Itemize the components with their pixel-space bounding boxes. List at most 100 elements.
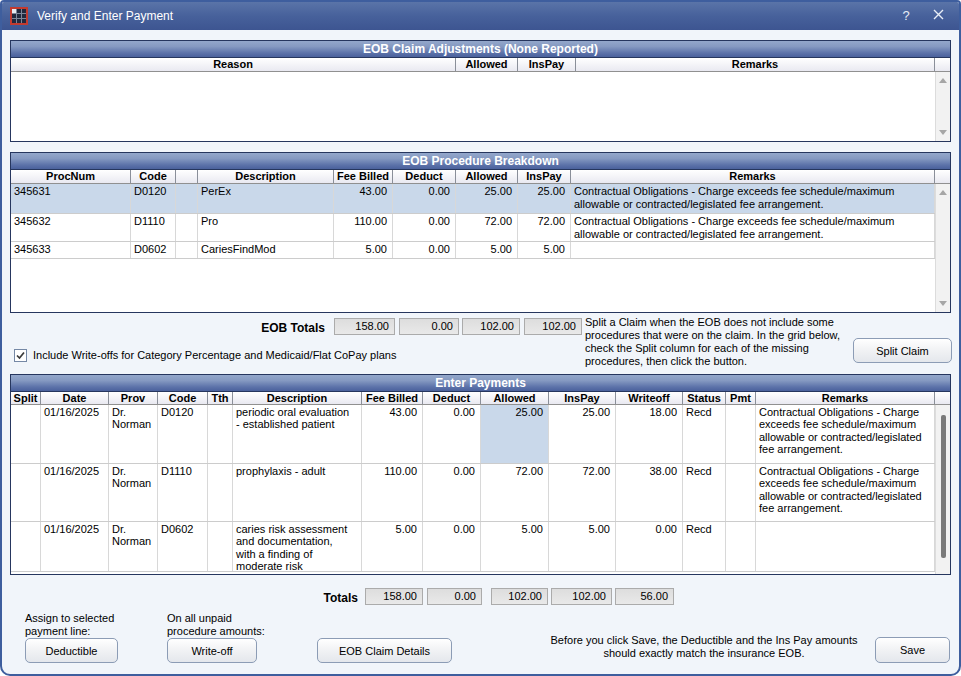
cell-status[interactable]: Recd — [683, 405, 726, 463]
writeoffs-checkbox[interactable] — [14, 349, 27, 362]
cell-deduct[interactable]: 0.00 — [393, 184, 456, 213]
cell-code[interactable]: D0602 — [131, 242, 176, 258]
breakdown-row-3[interactable]: 345633 D0602 CariesFindMod 5.00 0.00 5.0… — [11, 242, 935, 259]
col-header-inspay: InsPay — [518, 58, 576, 71]
cell-tth[interactable] — [208, 522, 233, 571]
cell-allowed[interactable]: 72.00 — [481, 464, 549, 521]
cell-procnum[interactable]: 345633 — [11, 242, 131, 258]
cell-procnum[interactable]: 345631 — [11, 184, 131, 213]
cell-remarks[interactable]: Contractual Obligations - Charge exceeds… — [571, 214, 935, 241]
col-header-description: Description — [198, 170, 334, 183]
cell-allowed[interactable]: 25.00 — [456, 184, 518, 213]
cell-description[interactable]: periodic oral evaluation - established p… — [233, 405, 362, 463]
cell-inspay[interactable]: 72.00 — [549, 464, 616, 521]
cell-code[interactable]: D0120 — [131, 184, 176, 213]
cell-pmt[interactable] — [726, 405, 756, 463]
cell-fee-billed[interactable]: 5.00 — [334, 242, 393, 258]
cell-fee-billed[interactable]: 43.00 — [334, 184, 393, 213]
cell-allowed[interactable]: 5.00 — [456, 242, 518, 258]
cell-inspay[interactable]: 5.00 — [549, 522, 616, 571]
col-header-pmt: Pmt — [726, 392, 756, 404]
breakdown-row-2[interactable]: 345632 D1110 Pro 110.00 0.00 72.00 72.00… — [11, 214, 935, 242]
cell-writeoff[interactable]: 0.00 — [616, 522, 683, 571]
cell-status[interactable]: Recd — [683, 464, 726, 521]
cell-pmt[interactable] — [726, 522, 756, 571]
cell-status[interactable]: Recd — [683, 522, 726, 571]
cell-remarks[interactable] — [571, 242, 935, 258]
cell-tth[interactable] — [208, 405, 233, 463]
app-icon — [10, 7, 28, 25]
breakdown-scrollbar[interactable] — [935, 184, 950, 312]
cell-deduct[interactable]: 0.00 — [393, 214, 456, 241]
cell-split[interactable] — [11, 522, 41, 571]
scroll-down-icon[interactable] — [936, 296, 950, 311]
save-button[interactable]: Save — [875, 637, 950, 663]
cell-description[interactable]: prophylaxis - adult — [233, 464, 362, 521]
cell-prov[interactable]: Dr. Norman — [109, 464, 158, 521]
scroll-up-icon[interactable] — [936, 73, 950, 88]
cell-deduct[interactable]: 0.00 — [423, 522, 481, 571]
col-header-date: Date — [41, 392, 109, 404]
adjustments-scrollbar[interactable] — [935, 72, 950, 141]
cell-blank[interactable] — [176, 214, 198, 241]
cell-code[interactable]: D0602 — [158, 522, 208, 571]
payments-row-3[interactable]: 01/16/2025 Dr. Norman D0602 caries risk … — [11, 522, 935, 572]
cell-date[interactable]: 01/16/2025 — [41, 405, 109, 463]
write-off-button[interactable]: Write-off — [167, 638, 257, 663]
cell-prov[interactable]: Dr. Norman — [109, 405, 158, 463]
cell-blank[interactable] — [176, 184, 198, 213]
cell-description[interactable]: Pro — [198, 214, 334, 241]
cell-fee-billed[interactable]: 5.00 — [362, 522, 423, 571]
cell-date[interactable]: 01/16/2025 — [41, 522, 109, 571]
eob-claim-details-button[interactable]: EOB Claim Details — [317, 638, 452, 663]
cell-inspay[interactable]: 25.00 — [549, 405, 616, 463]
payments-row-1[interactable]: 01/16/2025 Dr. Norman D0120 periodic ora… — [11, 405, 935, 464]
col-header-reason: Reason — [11, 58, 456, 71]
cell-remarks[interactable]: Contractual Obligations - Charge exceeds… — [756, 405, 935, 463]
cell-fee-billed[interactable]: 110.00 — [362, 464, 423, 521]
cell-remarks[interactable]: Contractual Obligations - Charge exceeds… — [571, 184, 935, 213]
cell-remarks[interactable]: Contractual Obligations - Charge exceeds… — [756, 464, 935, 521]
cell-description[interactable]: caries risk assessment and documentation… — [233, 522, 362, 571]
cell-fee-billed[interactable]: 43.00 — [362, 405, 423, 463]
cell-deduct[interactable]: 0.00 — [393, 242, 456, 258]
cell-allowed[interactable]: 5.00 — [481, 522, 549, 571]
cell-fee-billed[interactable]: 110.00 — [334, 214, 393, 241]
writeoffs-checkbox-label: Include Write-offs for Category Percenta… — [33, 349, 396, 361]
cell-writeoff[interactable]: 18.00 — [616, 405, 683, 463]
cell-date[interactable]: 01/16/2025 — [41, 464, 109, 521]
deductible-button[interactable]: Deductible — [25, 638, 118, 663]
cell-inspay[interactable]: 5.00 — [518, 242, 571, 258]
scrollbar-thumb[interactable] — [941, 415, 946, 558]
cell-split[interactable] — [11, 405, 41, 463]
scroll-down-icon[interactable] — [936, 125, 950, 140]
cell-description[interactable]: PerEx — [198, 184, 334, 213]
cell-pmt[interactable] — [726, 464, 756, 521]
cell-description[interactable]: CariesFindMod — [198, 242, 334, 258]
payments-row-2[interactable]: 01/16/2025 Dr. Norman D1110 prophylaxis … — [11, 464, 935, 522]
payments-scrollbar[interactable] — [935, 405, 950, 574]
cell-deduct[interactable]: 0.00 — [423, 464, 481, 521]
split-claim-button[interactable]: Split Claim — [853, 338, 952, 363]
cell-procnum[interactable]: 345632 — [11, 214, 131, 241]
cell-deduct[interactable]: 0.00 — [423, 405, 481, 463]
cell-tth[interactable] — [208, 464, 233, 521]
cell-allowed[interactable]: 72.00 — [456, 214, 518, 241]
cell-inspay[interactable]: 72.00 — [518, 214, 571, 241]
cell-split[interactable] — [11, 464, 41, 521]
breakdown-row-1[interactable]: 345631 D0120 PerEx 43.00 0.00 25.00 25.0… — [11, 184, 935, 214]
cell-code[interactable]: D1110 — [131, 214, 176, 241]
cell-blank[interactable] — [176, 242, 198, 258]
scroll-up-icon[interactable] — [936, 185, 950, 200]
help-button[interactable]: ? — [897, 8, 915, 23]
col-header-fee-billed: Fee Billed — [362, 392, 423, 404]
cell-remarks[interactable] — [756, 522, 935, 571]
cell-inspay[interactable]: 25.00 — [518, 184, 571, 213]
cell-prov[interactable]: Dr. Norman — [109, 522, 158, 571]
cell-allowed-selected[interactable]: 25.00 — [481, 405, 549, 463]
cell-code[interactable]: D0120 — [158, 405, 208, 463]
cell-code[interactable]: D1110 — [158, 464, 208, 521]
cell-writeoff[interactable]: 38.00 — [616, 464, 683, 521]
col-header-allowed: Allowed — [456, 170, 518, 183]
close-icon[interactable] — [929, 8, 947, 23]
